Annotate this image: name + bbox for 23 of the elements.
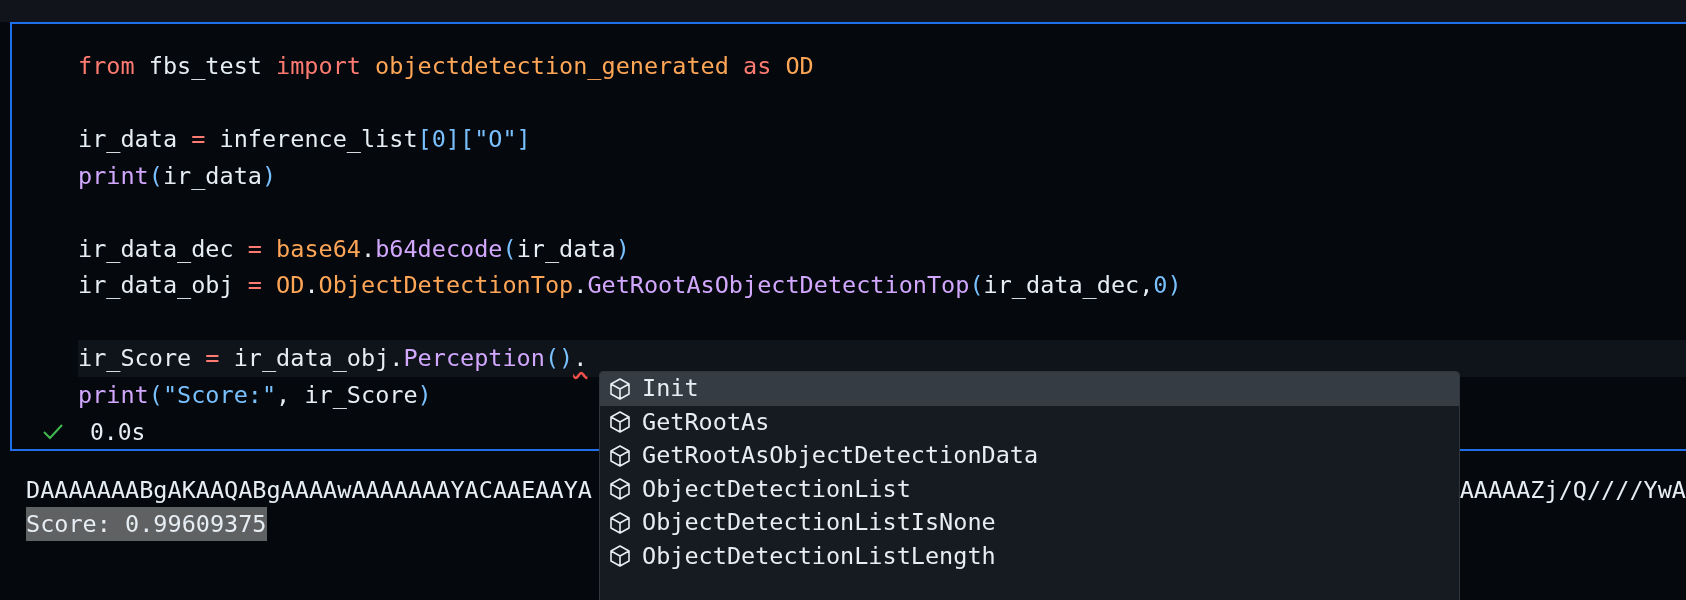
code-line: ir_data = inference_list[0]["O"] — [78, 125, 531, 153]
code-line: ir_data_dec = base64.b64decode(ir_data) — [78, 234, 630, 263]
cube-icon — [608, 544, 632, 569]
suggestion-item[interactable]: GetRootAsObjectDetectionData — [600, 439, 1459, 473]
cube-icon — [608, 477, 632, 502]
suggestion-item[interactable]: ObjectDetectionListIsNone — [600, 506, 1459, 540]
suggestion-item[interactable]: ObjectDetectionListLength — [600, 539, 1459, 573]
output-text: DAAAAAAABgAKAAQABgAAAAwAAAAAAAYACAAEAAYA — [26, 475, 592, 506]
cube-icon — [608, 443, 632, 468]
code-line: ir_Score = ir_data_obj.Perception(). — [78, 344, 588, 372]
cube-icon — [608, 510, 632, 535]
cube-icon — [608, 376, 632, 401]
suggestion-item[interactable]: ObjectDetectionList — [600, 472, 1459, 506]
suggestion-item[interactable]: GetRootAs — [600, 405, 1459, 439]
code-line: from fbs_test import objectdetection_generated as OD — [78, 52, 814, 80]
output-text: Score: 0.99609375 — [26, 507, 267, 541]
suggestion-item[interactable]: Init — [600, 372, 1459, 406]
code-line: print("Score:", ir_Score) — [78, 380, 432, 409]
output-text: AAAAAZj/Q////YwA — [1459, 475, 1686, 506]
code-line: print(ir_data) — [78, 161, 277, 190]
cube-icon — [608, 410, 632, 435]
execution-time: 0.0s — [90, 417, 146, 447]
code-line: ir_data_obj = OD.ObjectDetectionTop.GetRootAsObjectDetectionTop(ir_data_dec,0) — [78, 271, 1182, 299]
